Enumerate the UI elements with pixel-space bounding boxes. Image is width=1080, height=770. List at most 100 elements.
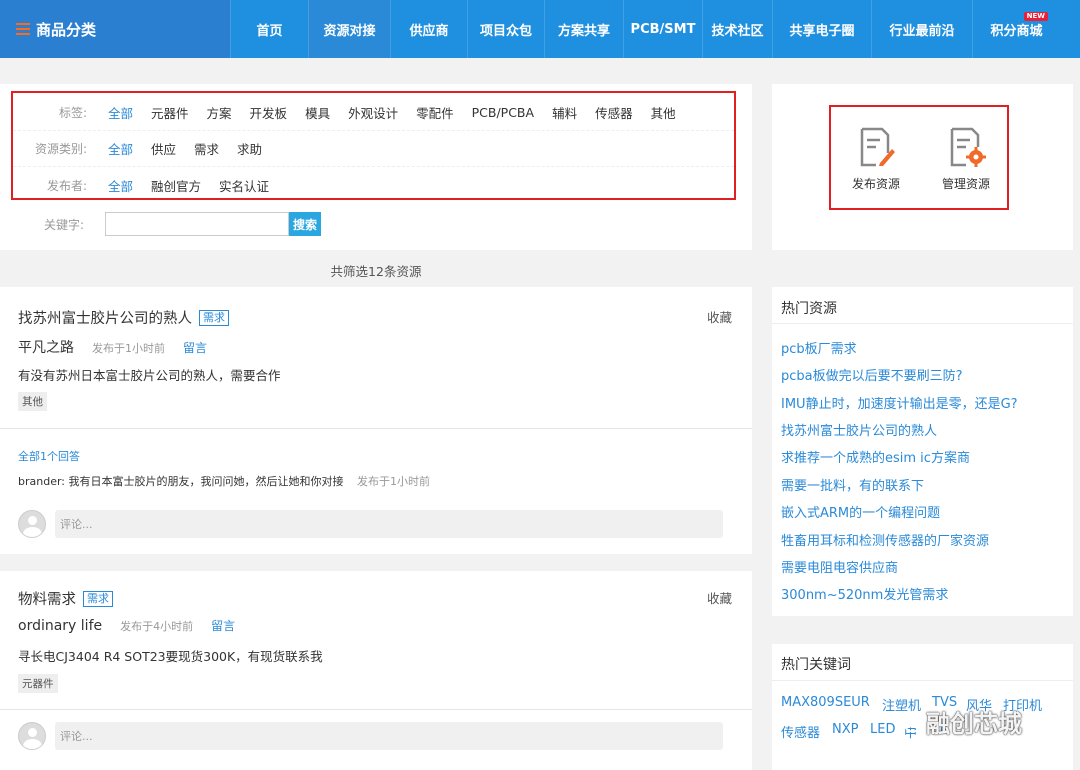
post-meta: 平凡之路 发布于1小时前 留言 xyxy=(18,337,207,357)
type-all[interactable]: 全部 xyxy=(108,139,133,158)
hot-resource-link[interactable]: 牲畜用耳标和检测传感器的厂家资源 xyxy=(781,530,989,549)
new-badge: NEW xyxy=(1023,12,1048,21)
tag-all[interactable]: 全部 xyxy=(108,103,133,122)
search-button[interactable]: 搜索 xyxy=(289,212,321,236)
nav-home[interactable]: 首页 xyxy=(230,0,308,58)
keyword-row: 关键字: 搜索 xyxy=(0,212,321,236)
nav-crowdsource[interactable]: 项目众包 xyxy=(467,0,544,58)
nav-resources[interactable]: 资源对接 xyxy=(308,0,390,58)
post-card: 物料需求 需求 收藏 ordinary life 发布于4小时前 留言 寻长电C… xyxy=(0,571,752,770)
keyword-link[interactable]: NXP xyxy=(832,722,858,737)
manage-resource-label: 管理资源 xyxy=(941,177,990,191)
edit-document-icon xyxy=(860,127,895,167)
publisher-official[interactable]: 融创官方 xyxy=(151,176,201,195)
type-supply[interactable]: 供应 xyxy=(151,139,176,158)
filter-panel: 标签: 全部 元器件 方案 开发板 模具 外观设计 零配件 PCB/PCBA 辅… xyxy=(0,84,752,250)
post-author[interactable]: 平凡之路 xyxy=(18,337,74,357)
keyword-label: 关键字: xyxy=(43,217,84,232)
manage-resource-button[interactable]: 管理资源 xyxy=(921,107,1011,208)
reply-link[interactable]: 留言 xyxy=(183,339,207,356)
publisher-filter-label: 发布者: xyxy=(46,178,87,193)
tag-filter-label: 标签: xyxy=(58,106,87,120)
tag-parts[interactable]: 零配件 xyxy=(416,103,454,122)
filter-highlight-box: 标签: 全部 元器件 方案 开发板 模具 外观设计 零配件 PCB/PCBA 辅… xyxy=(11,91,736,200)
tag-dev-boards[interactable]: 开发板 xyxy=(250,103,288,122)
nav-suppliers[interactable]: 供应商 xyxy=(390,0,467,58)
tag-filter-row: 标签: 全部 元器件 方案 开发板 模具 外观设计 零配件 PCB/PCBA 辅… xyxy=(13,95,734,131)
type-help[interactable]: 求助 xyxy=(237,139,262,158)
comment-row: 评论... xyxy=(18,510,723,538)
hot-keywords-title: 热门关键词 xyxy=(781,657,851,673)
wechat-icon xyxy=(896,711,922,732)
favorite-button[interactable]: 收藏 xyxy=(707,588,732,607)
hot-resource-link[interactable]: 找苏州富士胶片公司的熟人 xyxy=(781,420,937,439)
publisher-all[interactable]: 全部 xyxy=(108,176,133,195)
avatar xyxy=(18,722,46,750)
hot-resource-link[interactable]: pcb板厂需求 xyxy=(781,338,857,357)
divider xyxy=(0,709,752,710)
answer-text: 我有日本富士胶片的朋友，我问问她，然后让她和你对接 xyxy=(68,475,344,488)
nav-points-mall-label: 积分商城 xyxy=(990,23,1043,39)
tag-sensors[interactable]: 传感器 xyxy=(595,103,633,122)
divider xyxy=(772,323,1073,324)
hot-resource-link[interactable]: IMU静止时，加速度计输出是零，还是G? xyxy=(781,393,1018,412)
tag-other[interactable]: 其他 xyxy=(651,103,676,122)
nav-industry-frontier[interactable]: 行业最前沿 xyxy=(871,0,972,58)
post-time: 发布于4小时前 xyxy=(120,620,194,633)
tag-pcb-pcba[interactable]: PCB/PCBA xyxy=(472,105,534,120)
keyword-link[interactable]: MAX809SEUR xyxy=(781,695,870,710)
answer-item: brander: 我有日本富士胶片的朋友，我问问她，然后让她和你对接 发布于1小… xyxy=(18,473,430,489)
hot-resource-link[interactable]: 300nm~520nm发光管需求 xyxy=(781,584,948,603)
type-demand[interactable]: 需求 xyxy=(194,139,219,158)
comment-input[interactable]: 评论... xyxy=(55,510,723,538)
nav-points-mall[interactable]: 积分商城 NEW xyxy=(972,0,1060,58)
nav-electronics-circle[interactable]: 共享电子圈 xyxy=(772,0,871,58)
hot-resource-link[interactable]: 需要电阻电容供应商 xyxy=(781,557,898,576)
nav-tech-community[interactable]: 技术社区 xyxy=(702,0,772,58)
favorite-button[interactable]: 收藏 xyxy=(707,307,732,326)
publisher-filter-row: 发布者: 全部 融创官方 实名认证 xyxy=(13,167,734,203)
publish-panel: 发布资源 管理资源 xyxy=(772,84,1073,250)
all-answers-link[interactable]: 全部1个回答 xyxy=(18,448,80,464)
divider xyxy=(772,680,1073,681)
watermark: 融创芯城 xyxy=(896,704,1022,739)
post-description: 有没有苏州日本富士胶片公司的熟人，需要合作 xyxy=(18,368,281,383)
publish-resource-button[interactable]: 发布资源 xyxy=(831,107,921,208)
post-category-tag[interactable]: 其他 xyxy=(18,392,47,411)
publish-highlight-box: 发布资源 管理资源 xyxy=(829,105,1009,210)
nav-solutions[interactable]: 方案共享 xyxy=(544,0,623,58)
tag-components[interactable]: 元器件 xyxy=(151,103,189,122)
publish-resource-label: 发布资源 xyxy=(851,177,900,191)
tag-industrial-design[interactable]: 外观设计 xyxy=(348,103,398,122)
post-meta: ordinary life 发布于4小时前 留言 xyxy=(18,617,235,634)
keyword-input[interactable] xyxy=(105,212,289,236)
tag-molds[interactable]: 模具 xyxy=(305,103,330,122)
hot-resource-link[interactable]: 需要一批料，有的联系下 xyxy=(781,475,924,494)
nav-pcb-smt[interactable]: PCB/SMT xyxy=(623,0,702,58)
post-category-tag[interactable]: 元器件 xyxy=(18,674,58,693)
post-type-tag: 需求 xyxy=(83,590,113,607)
reply-link[interactable]: 留言 xyxy=(211,617,235,634)
hot-resource-link[interactable]: pcba板做完以后要不要刷三防? xyxy=(781,365,963,384)
comment-input[interactable]: 评论... xyxy=(55,722,723,750)
hot-resource-link[interactable]: 求推荐一个成熟的esim ic方案商 xyxy=(781,447,970,466)
post-title[interactable]: 找苏州富士胶片公司的熟人 xyxy=(18,307,192,328)
result-count: 共筛选12条资源 xyxy=(330,264,422,279)
top-nav: 商品分类 首页 资源对接 供应商 项目众包 方案共享 PCB/SMT 技术社区 … xyxy=(0,0,1080,58)
post-card: 找苏州富士胶片公司的熟人 需求 收藏 平凡之路 发布于1小时前 留言 有没有苏州… xyxy=(0,287,752,554)
hot-resources-title: 热门资源 xyxy=(781,301,837,317)
answer-time: 发布于1小时前 xyxy=(357,475,431,488)
publisher-verified[interactable]: 实名认证 xyxy=(219,176,269,195)
post-author[interactable]: ordinary life xyxy=(18,618,102,634)
brand-label: 商品分类 xyxy=(36,20,97,39)
tag-solutions[interactable]: 方案 xyxy=(207,103,232,122)
type-filter-row: 资源类别: 全部 供应 需求 求助 xyxy=(13,131,734,167)
hot-resource-link[interactable]: 嵌入式ARM的一个编程问题 xyxy=(781,502,940,521)
post-title[interactable]: 物料需求 xyxy=(18,588,76,609)
category-menu[interactable]: 商品分类 xyxy=(0,0,230,58)
avatar xyxy=(18,510,46,538)
tag-accessories[interactable]: 辅料 xyxy=(552,103,577,122)
divider xyxy=(0,428,752,429)
keyword-link[interactable]: LED xyxy=(870,722,895,737)
keyword-link[interactable]: 传感器 xyxy=(781,722,820,741)
